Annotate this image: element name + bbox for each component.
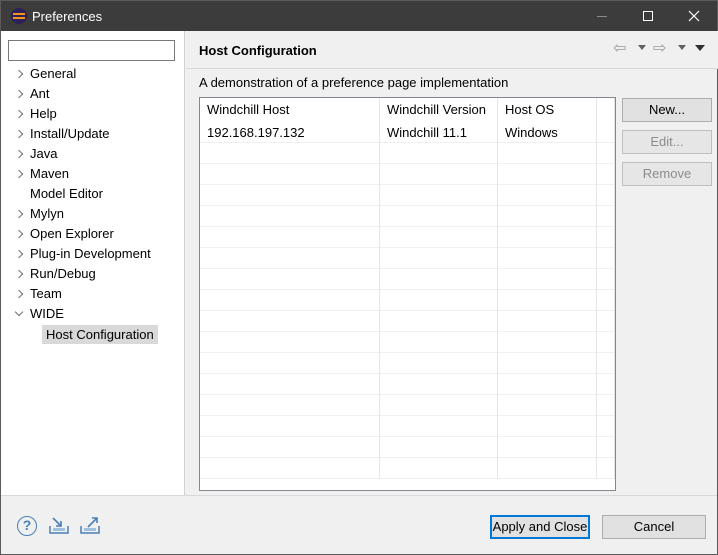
- tree-item-label: Model Editor: [30, 186, 103, 201]
- window-title: Preferences: [32, 9, 103, 24]
- import-icon[interactable]: [47, 514, 71, 536]
- host-table[interactable]: Windchill Host Windchill Version Host OS…: [199, 97, 616, 491]
- filter-input[interactable]: [8, 40, 175, 61]
- tree-item-label: Plug-in Development: [30, 246, 151, 261]
- tree-item-label: Open Explorer: [30, 226, 114, 241]
- tree-item-open-explorer[interactable]: Open Explorer: [1, 224, 185, 244]
- tree-item-model-editor[interactable]: Model Editor: [1, 184, 185, 204]
- tree-item-general[interactable]: General: [1, 64, 185, 84]
- column-header-filler: [597, 98, 615, 122]
- new-button[interactable]: New...: [622, 98, 712, 122]
- empty-row: [200, 416, 615, 437]
- preferences-window: Preferences General Ant Help Install/Upd…: [0, 0, 718, 555]
- empty-row: [200, 437, 615, 458]
- minimize-icon: [597, 15, 607, 17]
- column-header-host-os[interactable]: Host OS: [498, 98, 597, 122]
- preference-tree-pane: General Ant Help Install/Update Java Mav…: [1, 31, 185, 495]
- tree-item-team[interactable]: Team: [1, 284, 185, 304]
- forward-history-dropdown-icon[interactable]: [678, 45, 686, 50]
- chevron-right-icon[interactable]: [14, 269, 24, 279]
- table-header: Windchill Host Windchill Version Host OS: [200, 98, 615, 122]
- empty-row: [200, 374, 615, 395]
- tree-item-java[interactable]: Java: [1, 144, 185, 164]
- page-header: Host Configuration ⇦ ⇨: [186, 31, 718, 69]
- tree-item-wide[interactable]: WIDE: [1, 304, 185, 324]
- view-menu-icon[interactable]: [695, 45, 705, 51]
- tree-item-mylyn[interactable]: Mylyn: [1, 204, 185, 224]
- empty-row: [200, 290, 615, 311]
- button-bar: ? Apply and Close Cancel: [1, 496, 717, 554]
- empty-row: [200, 206, 615, 227]
- tree-item-label: Install/Update: [30, 126, 110, 141]
- tree-item-label: Run/Debug: [30, 266, 96, 281]
- chevron-right-icon[interactable]: [14, 89, 24, 99]
- tree-item-label: Mylyn: [30, 206, 64, 221]
- chevron-right-icon[interactable]: [14, 249, 24, 259]
- cell-windchill-host: 192.168.197.132: [200, 122, 380, 143]
- empty-row: [200, 395, 615, 416]
- page-title: Host Configuration: [199, 43, 317, 58]
- eclipse-icon: [11, 8, 27, 24]
- chevron-right-icon[interactable]: [14, 289, 24, 299]
- tree-item-label: Help: [30, 106, 57, 121]
- empty-row: [200, 332, 615, 353]
- edit-button[interactable]: Edit...: [622, 130, 712, 154]
- close-icon: [688, 10, 700, 22]
- back-history-dropdown-icon[interactable]: [638, 45, 646, 50]
- cell-windchill-version: Windchill 11.1: [380, 122, 498, 143]
- empty-row: [200, 164, 615, 185]
- empty-row: [200, 458, 615, 479]
- close-button[interactable]: [671, 1, 717, 31]
- tree-item-label: WIDE: [30, 306, 64, 321]
- empty-row: [200, 248, 615, 269]
- minimize-button[interactable]: [579, 1, 625, 31]
- forward-icon[interactable]: ⇨: [653, 41, 666, 57]
- remove-button[interactable]: Remove: [622, 162, 712, 186]
- tree-item-label: General: [30, 66, 77, 81]
- tree-item-run-debug[interactable]: Run/Debug: [1, 264, 185, 284]
- chevron-right-icon[interactable]: [14, 69, 24, 79]
- preference-tree: General Ant Help Install/Update Java Mav…: [1, 64, 185, 344]
- cell-host-os: Windows: [498, 122, 597, 143]
- column-header-windchill-version[interactable]: Windchill Version: [380, 98, 498, 122]
- help-icon[interactable]: ?: [17, 516, 37, 536]
- empty-row: [200, 143, 615, 164]
- cancel-button[interactable]: Cancel: [602, 515, 706, 539]
- chevron-right-icon[interactable]: [14, 149, 24, 159]
- maximize-icon: [643, 11, 653, 21]
- chevron-right-icon[interactable]: [14, 109, 24, 119]
- chevron-right-icon[interactable]: [14, 129, 24, 139]
- chevron-down-icon[interactable]: [14, 307, 24, 317]
- cell-filler: [597, 122, 615, 143]
- empty-row: [200, 185, 615, 206]
- tree-item-host-configuration[interactable]: Host Configuration: [1, 324, 185, 344]
- title-bar: Preferences: [1, 1, 717, 31]
- apply-and-close-button[interactable]: Apply and Close: [490, 515, 590, 539]
- empty-row: [200, 269, 615, 290]
- chevron-right-icon[interactable]: [14, 229, 24, 239]
- tree-item-label: Java: [30, 146, 58, 161]
- tree-item-install-update[interactable]: Install/Update: [1, 124, 185, 144]
- tree-item-label: Ant: [30, 86, 50, 101]
- tree-item-help[interactable]: Help: [1, 104, 185, 124]
- tree-item-ant[interactable]: Ant: [1, 84, 185, 104]
- empty-row: [200, 353, 615, 374]
- maximize-button[interactable]: [625, 1, 671, 31]
- column-header-windchill-host[interactable]: Windchill Host: [200, 98, 380, 122]
- empty-row: [200, 311, 615, 332]
- chevron-right-icon[interactable]: [14, 169, 24, 179]
- tree-item-maven[interactable]: Maven: [1, 164, 185, 184]
- export-icon[interactable]: [78, 514, 102, 536]
- page-description: A demonstration of a preference page imp…: [199, 75, 509, 90]
- tree-item-label: Team: [30, 286, 62, 301]
- tree-item-label: Host Configuration: [42, 325, 158, 344]
- empty-row: [200, 227, 615, 248]
- tree-item-label: Maven: [30, 166, 70, 181]
- back-icon[interactable]: ⇦: [613, 41, 626, 57]
- tree-item-plugin-development[interactable]: Plug-in Development: [1, 244, 185, 264]
- table-row[interactable]: 192.168.197.132 Windchill 11.1 Windows: [200, 122, 615, 143]
- chevron-right-icon[interactable]: [14, 209, 24, 219]
